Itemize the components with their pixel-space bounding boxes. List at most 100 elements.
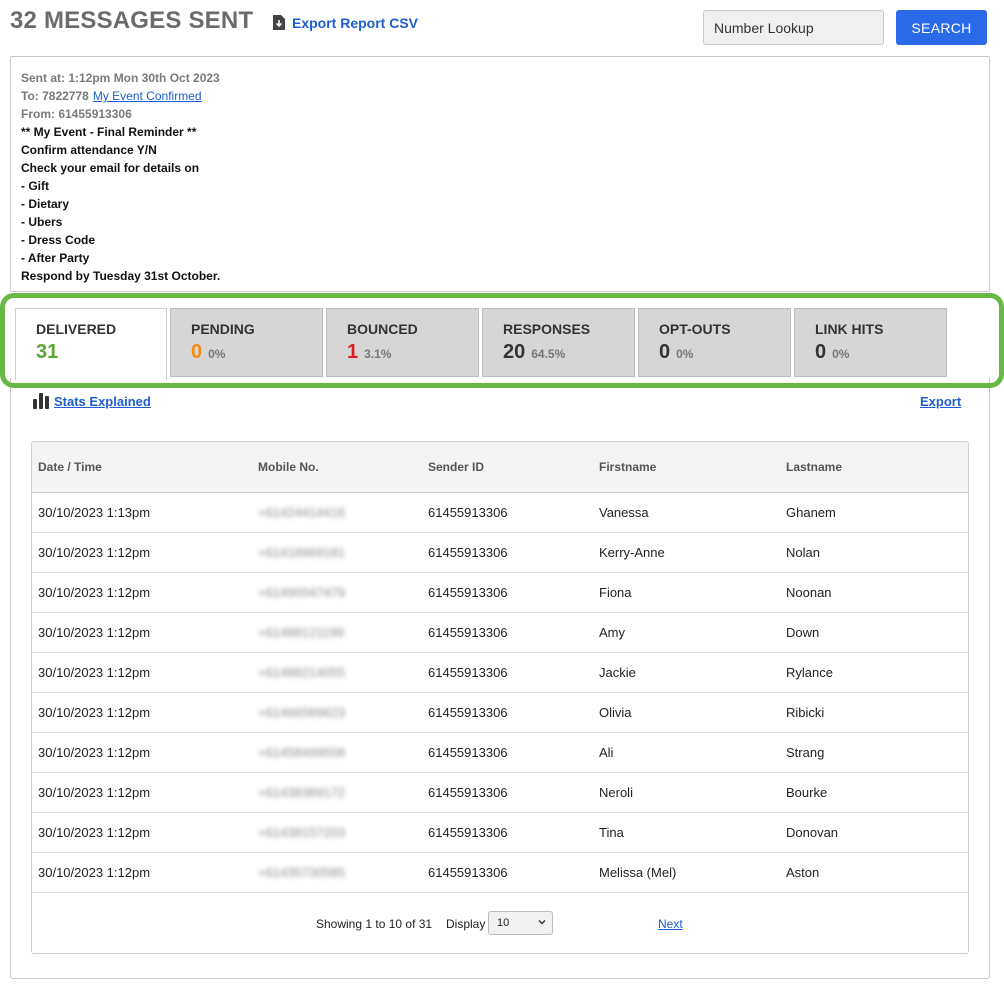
next-page-link[interactable]: Next [658, 917, 683, 931]
tab-count: 0 [659, 341, 671, 363]
export-report-csv-label: Export Report CSV [292, 14, 419, 31]
tab-percent: 0% [832, 347, 850, 361]
firstname-cell: Kerry-Anne [599, 545, 665, 560]
export-report-csv-link[interactable]: Export Report CSV [272, 14, 418, 31]
tab-bounced[interactable]: BOUNCED 1 3.1% [326, 308, 479, 377]
tab-pending[interactable]: PENDING 0 0% [170, 308, 323, 377]
lastname-cell: Rylance [786, 665, 833, 680]
firstname-cell: Jackie [599, 665, 636, 680]
tab-label: LINK HITS [815, 321, 884, 337]
table-row[interactable]: 30/10/2023 1:12pm +61418969181 61455913306… [32, 533, 968, 573]
firstname-cell: Neroli [599, 785, 633, 800]
tab-percent: 0% [208, 347, 226, 361]
lastname-cell: Noonan [786, 585, 832, 600]
sender-id-cell: 61455913306 [428, 625, 508, 640]
message-line: - Dietary [21, 197, 70, 211]
lastname-cell: Bourke [786, 785, 828, 800]
message-line: Respond by Tuesday 31st October. [21, 269, 221, 283]
table-body: 30/10/2023 1:13pm +61424414416 61455913306… [32, 493, 968, 893]
date-cell: 30/10/2023 1:12pm [38, 625, 151, 640]
date-cell: 30/10/2023 1:12pm [38, 545, 151, 560]
message-line: Check your email for details on [21, 161, 200, 175]
lastname-cell: Donovan [786, 825, 839, 840]
stats-tabs: DELIVERED 31 PENDING 0 0% BOUNCED 1 3.1% R… [15, 308, 950, 380]
date-cell: 30/10/2023 1:12pm [38, 705, 151, 720]
messages-table: Date / Time Mobile No. Sender ID Firstna… [31, 441, 969, 954]
column-header-date[interactable]: Date / Time [38, 460, 102, 474]
table-row[interactable]: 30/10/2023 1:12pm +61438157203 61455913306… [32, 813, 968, 853]
message-line: ** My Event - Final Reminder ** [21, 125, 197, 139]
event-confirmed-link[interactable]: My Event Confirmed [93, 89, 202, 103]
mobile-cell: +61466589623 [258, 705, 346, 720]
tab-count: 20 [503, 341, 526, 363]
column-header-sender[interactable]: Sender ID [428, 460, 484, 474]
mobile-cell: +61488214055 [258, 665, 346, 680]
to-line: To: 7822778 My Event Confirmed [21, 87, 979, 105]
firstname-cell: Amy [599, 625, 625, 640]
sender-id-cell: 61455913306 [428, 825, 508, 840]
display-count-value: 10 [497, 917, 510, 929]
date-cell: 30/10/2023 1:12pm [38, 785, 151, 800]
sender-id-cell: 61455913306 [428, 705, 508, 720]
sender-id-cell: 61455913306 [428, 745, 508, 760]
mobile-cell: +61490047479 [258, 585, 346, 600]
tab-count: 1 [347, 341, 359, 363]
firstname-cell: Melissa (Mel) [599, 865, 677, 880]
lastname-cell: Down [786, 625, 820, 640]
date-cell: 30/10/2023 1:12pm [38, 825, 151, 840]
table-row[interactable]: 30/10/2023 1:12pm +61488214055 61455913306… [32, 653, 968, 693]
search-button[interactable]: SEARCH [896, 10, 987, 45]
tab-responses[interactable]: RESPONSES 20 64.5% [482, 308, 635, 377]
date-cell: 30/10/2023 1:12pm [38, 745, 151, 760]
sender-id-cell: 61455913306 [428, 865, 508, 880]
tab-delivered[interactable]: DELIVERED 31 [15, 308, 167, 380]
table-row[interactable]: 30/10/2023 1:12pm +61466589623 61455913306… [32, 693, 968, 733]
message-line: - Dress Code [21, 233, 96, 247]
tab-count: 0 [815, 341, 827, 363]
showing-text: Showing 1 to 10 of 31 [316, 917, 433, 931]
table-row[interactable]: 30/10/2023 1:12pm +61488121199 61455913306… [32, 613, 968, 653]
tab-label: PENDING [191, 321, 255, 337]
column-header-lastname[interactable]: Lastname [786, 460, 842, 474]
message-line: - After Party [21, 251, 90, 265]
table-header: Date / Time Mobile No. Sender ID Firstna… [32, 442, 968, 493]
lastname-cell: Strang [786, 745, 825, 760]
tab-label: RESPONSES [503, 321, 591, 337]
table-row[interactable]: 30/10/2023 1:12pm +61435730585 61455913306… [32, 853, 968, 893]
date-cell: 30/10/2023 1:12pm [38, 585, 151, 600]
file-download-icon [273, 15, 285, 30]
page-title: 32 MESSAGES SENT [10, 7, 254, 34]
export-link[interactable]: Export [920, 394, 961, 409]
table-row[interactable]: 30/10/2023 1:13pm +61424414416 61455913306… [32, 493, 968, 533]
lastname-cell: Ribicki [786, 705, 825, 720]
stats-tabs-highlight: DELIVERED 31 PENDING 0 0% BOUNCED 1 3.1% R… [0, 293, 1004, 388]
tab-opt-outs[interactable]: OPT-OUTS 0 0% [638, 308, 791, 377]
tab-count: 0 [191, 341, 203, 363]
table-row[interactable]: 30/10/2023 1:12pm +61438389172 61455913306… [32, 773, 968, 813]
tab-link-hits[interactable]: LINK HITS 0 0% [794, 308, 947, 377]
display-count-select[interactable]: 10 [488, 911, 553, 935]
number-lookup-input[interactable] [703, 10, 884, 45]
mobile-cell: +61438157203 [258, 825, 346, 840]
tab-percent: 64.5% [531, 347, 566, 361]
lastname-cell: Aston [786, 865, 820, 880]
sent-at-text: Sent at: 1:12pm Mon 30th Oct 2023 [21, 71, 220, 85]
bar-chart-icon [33, 393, 49, 409]
sender-id-cell: 61455913306 [428, 785, 508, 800]
sender-id-cell: 61455913306 [428, 545, 508, 560]
table-row[interactable]: 30/10/2023 1:12pm +61490047479 61455913306… [32, 573, 968, 613]
sender-id-cell: 61455913306 [428, 505, 508, 520]
lastname-cell: Nolan [786, 545, 820, 560]
date-cell: 30/10/2023 1:12pm [38, 865, 151, 880]
tab-percent: 3.1% [364, 347, 392, 361]
table-row[interactable]: 30/10/2023 1:12pm +61458499508 61455913306… [32, 733, 968, 773]
sender-id-cell: 61455913306 [428, 665, 508, 680]
column-header-firstname[interactable]: Firstname [599, 460, 656, 474]
chevron-down-icon [538, 920, 546, 925]
stats-explained-link[interactable]: Stats Explained [33, 393, 151, 409]
date-cell: 30/10/2023 1:13pm [38, 505, 151, 520]
message-line: - Gift [21, 179, 49, 193]
message-line: - Ubers [21, 215, 63, 229]
stats-explained-label: Stats Explained [54, 393, 151, 409]
column-header-mobile[interactable]: Mobile No. [258, 460, 319, 474]
